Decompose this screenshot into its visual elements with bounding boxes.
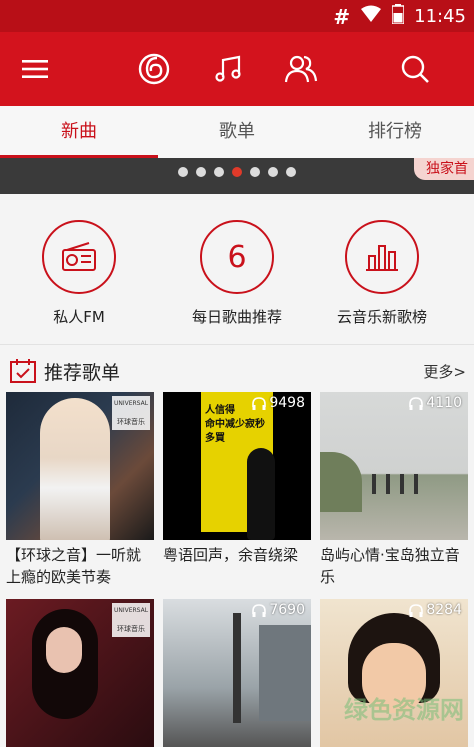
play-count: 9498 [252,395,305,411]
menu-icon [22,60,48,78]
banner-carousel[interactable]: 独家首 [0,158,474,194]
daily-recommend-label: 每日歌曲推荐 [191,308,282,326]
tab-playlists[interactable]: 歌单 [158,106,316,158]
singer-face [46,627,82,673]
calendar-icon [10,359,36,383]
private-fm-label: 私人FM [53,308,105,326]
section-title: 推荐歌单 [44,362,121,384]
playlist-cover: UNIVERSAL 环球音乐 [6,599,154,747]
cover-trees [320,452,362,512]
divider [0,344,474,345]
new-song-chart-button[interactable]: 云音乐新歌榜 [307,220,457,327]
playlist-name: 粤语回声，余音绕梁 [163,546,299,564]
recommended-playlists-header: 推荐歌单 更多> [0,352,474,390]
watermark: 绿色资源网 [344,696,464,724]
playlist-cover: 人信得 命中减少寂秒 多買 9498 [163,392,311,540]
carousel-dot [214,167,224,177]
play-count-value: 4110 [426,395,462,411]
new-song-chart-label: 云音乐新歌榜 [336,308,427,326]
wifi-icon [360,5,382,28]
play-count: 8284 [409,602,462,618]
headphones-icon [252,396,267,410]
play-count-value: 9498 [269,395,305,411]
clock: 11:45 [414,6,466,27]
radio-icon [62,242,96,271]
playlist-cover: 7690 [163,599,311,747]
cover-buildings [259,625,311,721]
netease-music-icon [138,53,170,85]
search-icon [401,55,429,83]
my-music-button[interactable] [205,46,251,92]
menu-button[interactable] [12,46,58,92]
playlist-name: 岛屿心情·宝岛独立音乐 [320,546,460,586]
playlist-card[interactable]: UNIVERSAL 环球音乐 【环球之音】一听就上瘾的欧美节奏 [6,392,154,588]
playlist-card[interactable]: UNIVERSAL 环球音乐 [6,599,154,747]
status-bar: # 11:45 [0,0,474,32]
cover-label-badge: UNIVERSAL 环球音乐 [112,396,150,430]
carousel-dot [178,167,188,177]
playlist-card[interactable]: 7690 [163,599,311,747]
tab-charts[interactable]: 排行榜 [316,106,474,158]
quick-links: 私人FM 6 每日歌曲推荐 云音乐新歌榜 [0,194,474,344]
cover-people [372,474,428,494]
bar-chart-icon [366,245,398,271]
music-note-icon [215,55,241,82]
playlist-cover: 4110 [320,392,468,540]
friends-icon [284,55,318,83]
play-count-value: 7690 [269,602,305,618]
playlist-cover: UNIVERSAL 环球音乐 [6,392,154,540]
playlist-card[interactable]: 人信得 命中减少寂秒 多買 9498 粤语回声，余音绕梁 [163,392,311,588]
private-fm-circle [42,220,116,294]
app-bar [0,32,474,106]
discover-button[interactable] [131,46,177,92]
tab-new-songs[interactable]: 新曲 [0,106,158,158]
walking-person-silhouette [247,448,275,540]
hash-icon: # [333,4,351,29]
headphones-icon [252,603,267,617]
cover-street [233,613,241,723]
carousel-dot-active [232,167,242,177]
play-count-value: 8284 [426,602,462,618]
playlist-name: 【环球之音】一听就上瘾的欧美节奏 [6,546,142,586]
carousel-dots [0,167,474,177]
carousel-dot [250,167,260,177]
battery-icon [391,4,405,29]
singer-silhouette [40,398,110,540]
carousel-dot [196,167,206,177]
play-count: 7690 [252,602,305,618]
tab-bar: 新曲 歌单 排行榜 [0,106,474,158]
carousel-dot [268,167,278,177]
play-count: 4110 [409,395,462,411]
playlist-card[interactable]: 4110 岛屿心情·宝岛独立音乐 [320,392,468,588]
new-song-chart-circle [345,220,419,294]
friends-button[interactable] [278,46,324,92]
carousel-dot [286,167,296,177]
more-link[interactable]: 更多> [423,361,466,382]
headphones-icon [409,396,424,410]
headphones-icon [409,603,424,617]
private-fm-button[interactable]: 私人FM [4,220,154,327]
calendar-day-icon: 6 [200,220,274,294]
cover-label-badge: UNIVERSAL 环球音乐 [112,603,150,637]
search-button[interactable] [392,46,438,92]
daily-recommend-button[interactable]: 6 每日歌曲推荐 [162,220,312,327]
